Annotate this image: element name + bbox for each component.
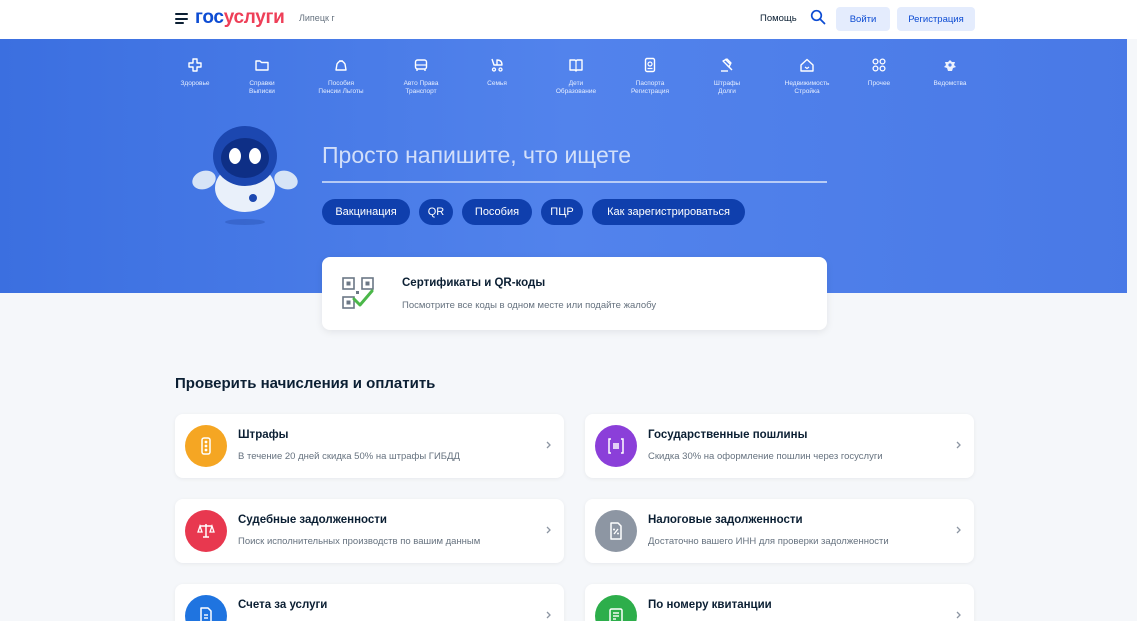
category-children[interactable]: Дети Образование [541,57,611,96]
category-bar: Здоровье Справки Выписки Пособия Пенсии … [160,57,990,107]
receipt-icon [609,608,623,621]
login-button[interactable]: Войти [836,7,890,31]
card-icon-circle [595,425,637,467]
qr-card-subtitle: Посмотрите все коды в одном месте или по… [402,300,657,311]
category-departments[interactable]: Ведомства [915,57,985,88]
stroller-icon [491,58,503,72]
category-label: Штрафы Долги [713,80,741,95]
search-icon[interactable] [810,9,826,25]
chip-benefits[interactable]: Пособия [462,199,532,225]
grid-icon [872,58,886,72]
category-label: Паспорта Регистрация [631,80,669,95]
scales-icon [197,523,215,538]
category-label: Прочее [867,80,891,87]
card-title: Счета за услуги [238,599,328,611]
traffic-light-icon [201,437,211,455]
register-button[interactable]: Регистрация [897,7,975,31]
card-subtitle: Скидка 30% на оформление пошлин через го… [648,451,883,462]
category-label: Семья [487,80,507,87]
card-title: По номеру квитанции [648,599,772,611]
logo-part-1: гос [195,7,224,28]
emblem-icon [944,60,956,71]
card-icon-circle [185,595,227,621]
card-subtitle: В течение 20 дней скидка 50% на штрафы Г… [238,451,460,462]
card-subtitle: Поиск исполнительных производств по ваши… [238,536,481,547]
city-selector[interactable]: Липецк г [299,13,335,23]
card-title: Судебные задолженности [238,514,387,526]
menu-icon[interactable] [175,13,188,24]
logo-part-2: услуги [223,7,285,28]
court-debts-card[interactable]: Судебные задолженности Поиск исполнитель… [175,499,564,563]
chip-how-to-register[interactable]: Как зарегистрироваться [592,199,745,225]
book-icon [569,59,583,72]
card-subtitle: Достаточно вашего ИНН для проверки задол… [648,536,889,547]
chip-pcr[interactable]: ПЦР [541,199,583,225]
payments-section-title: Проверить начисления и оплатить [175,375,436,392]
fines-card[interactable]: Штрафы В течение 20 дней скидка 50% на ш… [175,414,564,478]
category-label: Авто Права Транспорт [403,80,439,95]
category-health[interactable]: Здоровье [160,57,230,88]
card-icon-circle [595,510,637,552]
purse-icon [335,60,347,71]
category-label: Здоровье [180,80,210,87]
chevron-right-icon [956,526,961,534]
hero-edge [1127,39,1137,293]
card-title: Штрафы [238,429,289,441]
house-icon [800,58,814,72]
robot-mascot-icon [192,126,298,225]
qr-card-title: Сертификаты и QR-коды [402,277,546,289]
receipt-number-card[interactable]: По номеру квитанции [585,584,974,621]
tax-document-icon [610,522,622,540]
qr-code-icon [342,277,374,309]
service-bills-card[interactable]: Счета за услуги [175,584,564,621]
category-label: Дети Образование [555,80,597,95]
card-icon-circle [185,510,227,552]
category-label: Справки Выписки [249,80,275,95]
category-family[interactable]: Семья [462,57,532,88]
passport-icon [644,57,656,73]
help-link[interactable]: Помощь [760,13,797,24]
gavel-icon [721,58,733,72]
card-title: Налоговые задолженности [648,514,803,526]
car-icon [414,59,428,71]
category-label: Пособия Пенсии Льготы [318,80,364,95]
category-benefits[interactable]: Пособия Пенсии Льготы [306,57,376,96]
logo[interactable]: госуслуги [195,7,285,29]
tax-debts-card[interactable]: Налоговые задолженности Достаточно вашег… [585,499,974,563]
health-icon [188,58,202,72]
chevron-right-icon [956,441,961,449]
category-realty[interactable]: Недвижимость Стройка [772,57,842,96]
state-duties-card[interactable]: Государственные пошлины Скидка 30% на оф… [585,414,974,478]
card-icon-circle [185,425,227,467]
invoice-icon [200,607,212,621]
top-header: госуслуги Липецк г Помощь Войти Регистра… [0,0,1137,39]
chevron-right-icon [546,441,551,449]
category-label: Ведомства [933,80,967,87]
category-transport[interactable]: Авто Права Транспорт [386,57,456,96]
qr-certificates-card[interactable]: Сертификаты и QR-коды Посмотрите все код… [322,257,827,330]
chip-qr[interactable]: QR [419,199,453,225]
chevron-right-icon [546,526,551,534]
folder-icon [255,60,269,71]
chevron-right-icon [956,611,961,619]
chip-vaccination[interactable]: Вакцинация [322,199,410,225]
category-label: Недвижимость Стройка [784,80,830,95]
card-icon-circle [595,595,637,621]
search-underline [322,181,827,183]
search-prompt[interactable]: Просто напишите, что ищете [322,142,631,169]
category-other[interactable]: Прочее [844,57,914,88]
duty-icon [608,438,624,454]
card-title: Государственные пошлины [648,429,808,441]
category-passports[interactable]: Паспорта Регистрация [615,57,685,96]
category-certificates[interactable]: Справки Выписки [227,57,297,96]
category-fines[interactable]: Штрафы Долги [692,57,762,96]
chevron-right-icon [546,611,551,619]
